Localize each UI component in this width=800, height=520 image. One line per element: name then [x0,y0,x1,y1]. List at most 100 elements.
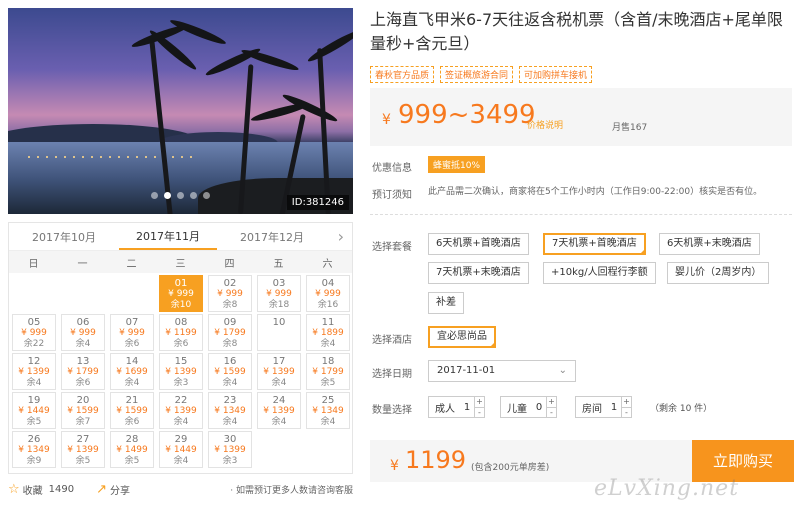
calendar-day-number: 27 [76,434,90,445]
month-tab[interactable]: 2017年12月 [223,225,321,249]
increment-button[interactable]: + [547,397,556,407]
hotel-option-selected[interactable]: 宜必思尚品 [428,326,496,348]
star-icon[interactable]: ☆ [8,482,20,497]
calendar-grid: 01 ¥ 999 余10 02 ¥ 999 余8 03 ¥ 999 余18 04 ¥ 999 余16 0… [9,273,352,471]
chevron-right-icon[interactable]: › [338,227,344,246]
product-tag[interactable]: 可加购拼车接机 [519,66,593,83]
date-select[interactable]: 2017-11-01 ⌄ [428,360,576,382]
calendar-day[interactable]: 03 ¥ 999 余18 [257,275,301,312]
increment-button[interactable]: + [622,397,631,407]
product-tag[interactable]: 签证概旅游合同 [440,66,514,83]
room-label: 房间 [582,403,602,415]
package-option[interactable]: +10kg/人回程行李额 [543,262,656,284]
calendar-day[interactable]: 20 ¥ 1599 余7 [61,392,105,429]
favorite-label[interactable]: 收藏 [23,482,43,497]
calendar-day[interactable]: 23 ¥ 1349 余4 [208,392,252,429]
total-note: (包含200元单房差) [471,463,550,473]
price-range: 999~3499 [398,100,536,130]
product-photo[interactable]: ID:381246 [8,8,353,214]
calendar-day-number: 13 [76,356,90,367]
calendar-day-stock: 余4 [173,417,189,427]
calendar-day[interactable]: 16 ¥ 1599 余4 [208,353,252,390]
consult-link[interactable]: · 如需预订更多人数请咨询客服 [230,483,353,496]
child-stepper: 儿童 0 + - [500,396,557,418]
carousel-dot[interactable] [203,192,210,199]
share-button[interactable]: ↗ 分享 [96,482,130,497]
increment-button[interactable]: + [475,397,484,407]
calendar-day-number: 17 [272,356,286,367]
package-option[interactable]: 6天机票+末晚酒店 [659,233,760,255]
price-explain-link[interactable]: 价格说明 [527,118,563,131]
calendar-day-price: ¥ 1699 [116,367,148,377]
calendar-day[interactable]: 15 ¥ 1399 余3 [159,353,203,390]
calendar-day-stock: 余10 [170,300,192,310]
calendar-day[interactable]: 05 ¥ 999 余22 [12,314,56,351]
price-currency: ¥ [382,112,391,128]
product-tag[interactable]: 春秋官方品质 [370,66,435,83]
calendar-day-stock: 余5 [26,417,42,427]
calendar-day-number: 07 [125,317,139,328]
calendar-day-stock: 余5 [124,456,140,466]
calendar-day[interactable]: 09 ¥ 1799 余8 [208,314,252,351]
carousel-dot[interactable] [151,192,158,199]
calendar-day[interactable]: 07 ¥ 999 余6 [110,314,154,351]
calendar-day-stock: 余5 [320,378,336,388]
package-option-selected[interactable]: 7天机票+首晚酒店 [543,233,646,255]
calendar-day-stock: 余4 [124,378,140,388]
decrement-button[interactable]: - [622,406,631,418]
calendar-day[interactable]: 18 ¥ 1799 余5 [306,353,350,390]
calendar-day[interactable]: 04 ¥ 999 余16 [306,275,350,312]
calendar-day-price: ¥ 1399 [263,406,295,416]
price-box: ¥ 999~3499 价格说明 月售167 [370,88,792,146]
calendar-day[interactable]: 19 ¥ 1449 余5 [12,392,56,429]
calendar-day[interactable]: 14 ¥ 1699 余4 [110,353,154,390]
calendar-day[interactable]: 01 ¥ 999 余10 [159,275,203,312]
decrement-button[interactable]: - [475,406,484,418]
weekday-label: 二 [126,258,137,270]
calendar-day-price: ¥ 1399 [67,445,99,455]
calendar-day-price: ¥ 1899 [312,328,344,338]
adult-value[interactable]: 1 [460,402,474,413]
calendar-day[interactable]: 10 [257,314,301,351]
calendar-day[interactable]: 12 ¥ 1399 余4 [12,353,56,390]
package-option[interactable]: 补差 [428,292,464,314]
carousel-dot[interactable] [164,192,171,199]
calendar-day[interactable]: 21 ¥ 1599 余6 [110,392,154,429]
package-option[interactable]: 7天机票+末晚酒店 [428,262,529,284]
calendar-day[interactable]: 06 ¥ 999 余4 [61,314,105,351]
monthly-sales: 月售167 [612,123,648,133]
chevron-down-icon: ⌄ [558,365,567,376]
calendar-day-number: 18 [321,356,335,367]
calendar-day-price: ¥ 999 [266,289,292,299]
calendar-day[interactable]: 25 ¥ 1349 余4 [306,392,350,429]
room-value[interactable]: 1 [607,402,621,413]
calendar-day-number: 06 [76,317,90,328]
decrement-button[interactable]: - [547,406,556,418]
month-tab[interactable]: 2017年10月 [15,225,113,249]
calendar-day[interactable]: 28 ¥ 1499 余5 [110,431,154,468]
month-tab[interactable]: 2017年11月 [119,224,217,250]
package-option[interactable]: 婴儿价（2周岁内） [667,262,770,284]
calendar-day[interactable]: 02 ¥ 999 余8 [208,275,252,312]
calendar-day-stock: 余4 [222,378,238,388]
calendar-day[interactable]: 29 ¥ 1449 余4 [159,431,203,468]
calendar-day[interactable]: 24 ¥ 1399 余4 [257,392,301,429]
calendar-day[interactable]: 17 ¥ 1399 余4 [257,353,301,390]
carousel-dot[interactable] [190,192,197,199]
calendar-day-stock: 余6 [124,417,140,427]
calendar-day[interactable]: 27 ¥ 1399 余5 [61,431,105,468]
package-option[interactable]: 6天机票+首晚酒店 [428,233,529,255]
calendar-day[interactable]: 30 ¥ 1399 余3 [208,431,252,468]
carousel-dot[interactable] [177,192,184,199]
calendar-day[interactable]: 11 ¥ 1899 余4 [306,314,350,351]
calendar-day-stock: 余16 [317,300,339,310]
weekday-label: 四 [224,258,235,270]
calendar-day-stock: 余7 [75,417,91,427]
child-value[interactable]: 0 [532,402,546,413]
calendar-day[interactable]: 08 ¥ 1199 余6 [159,314,203,351]
calendar-day[interactable]: 13 ¥ 1799 余6 [61,353,105,390]
notice-text: 此产品需二次确认，商家将在5个工作小时内（工作日9:00-22:00）核实是否有… [428,187,763,197]
calendar-day[interactable]: 22 ¥ 1399 余4 [159,392,203,429]
calendar-day-stock: 余6 [173,339,189,349]
calendar-day[interactable]: 26 ¥ 1349 余9 [12,431,56,468]
